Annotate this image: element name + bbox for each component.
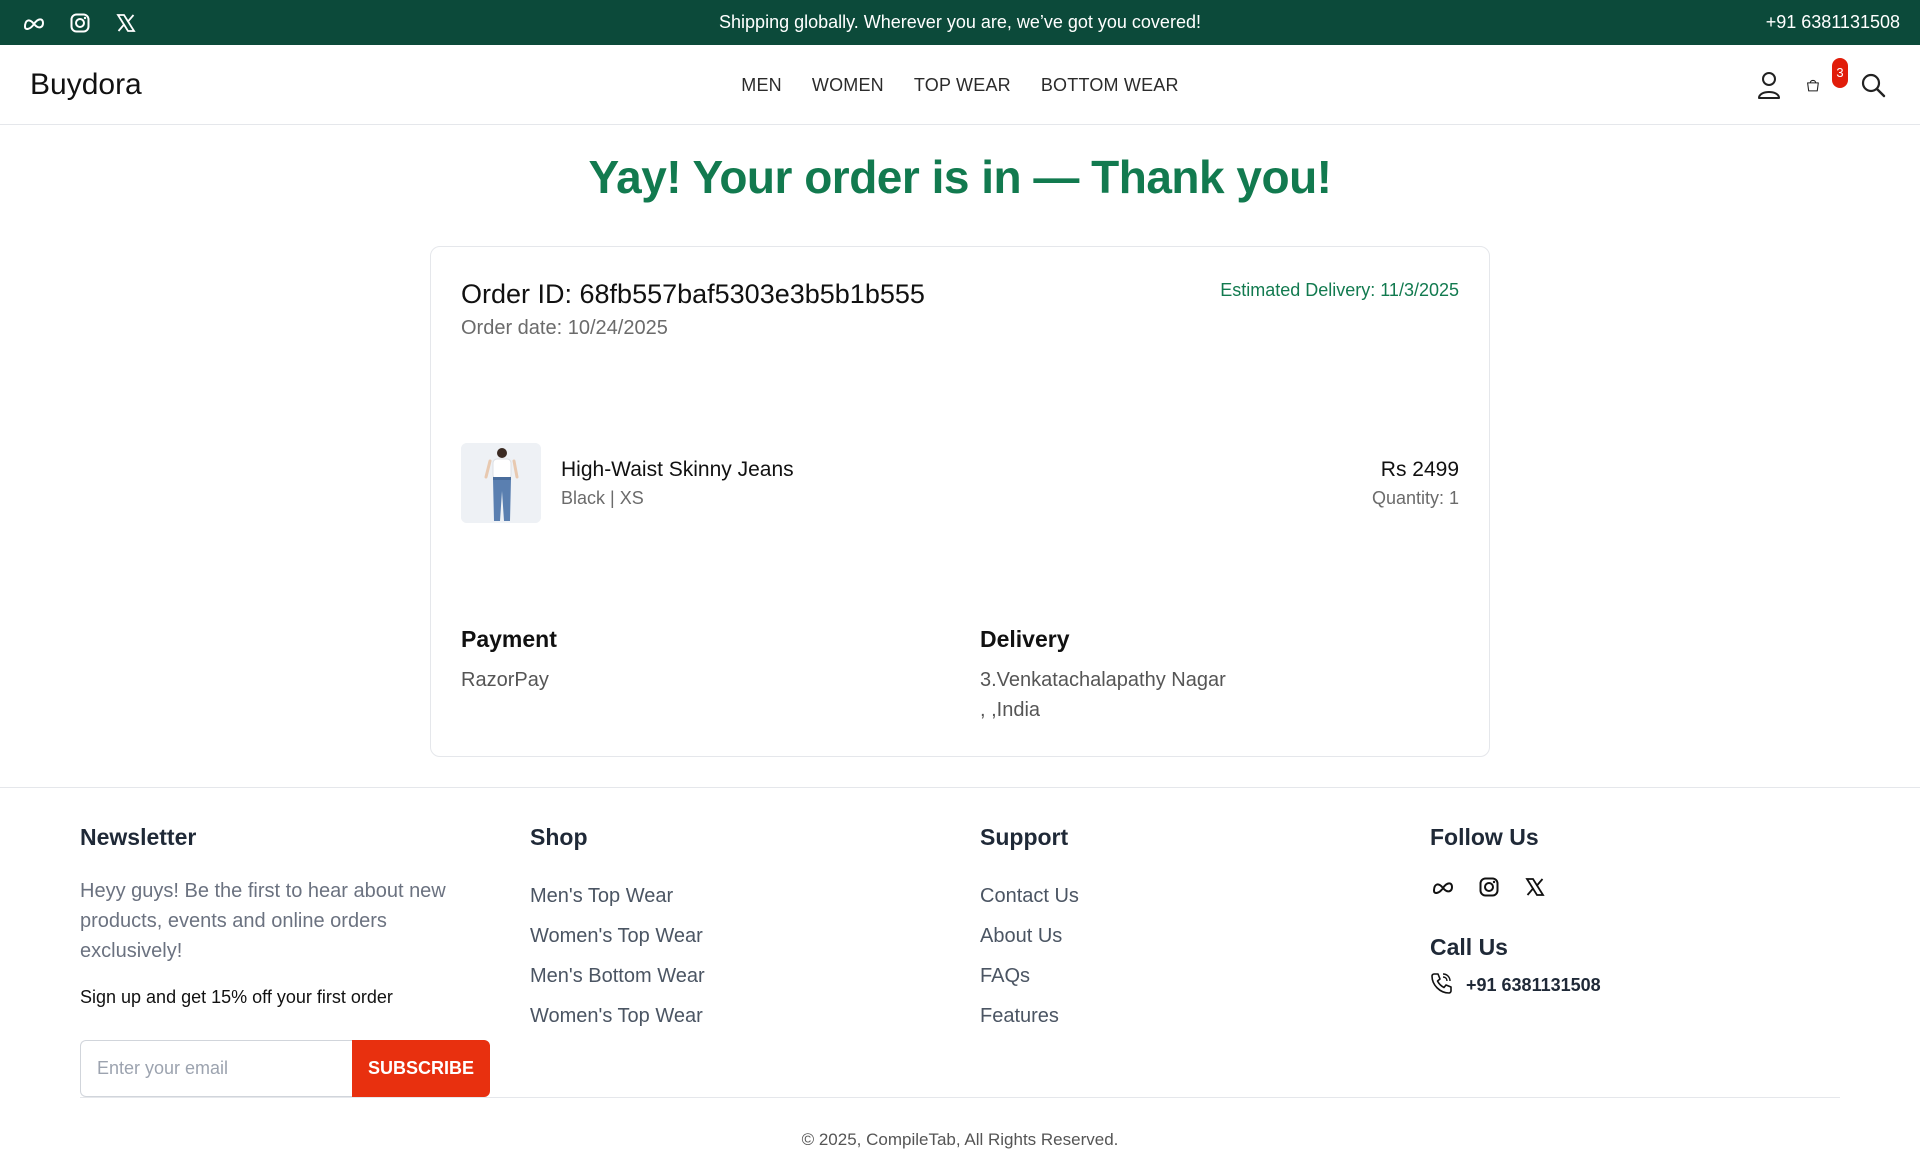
- order-date: Order date: 10/24/2025: [461, 317, 668, 339]
- footer-phone[interactable]: +91 6381131508: [1466, 975, 1601, 996]
- call-us-row: +91 6381131508: [1430, 972, 1601, 999]
- footer-divider: [80, 1097, 1840, 1098]
- call-us-title: Call Us: [1430, 934, 1508, 960]
- nav-top-wear[interactable]: TOP WEAR: [914, 75, 1011, 96]
- payment-method: RazorPay: [461, 669, 549, 691]
- nav-bottom-wear[interactable]: BOTTOM WEAR: [1041, 75, 1179, 96]
- order-summary-card: Order ID: 68fb557baf5303e3b5b1b555 Order…: [430, 246, 1490, 757]
- search-icon[interactable]: [1858, 70, 1888, 100]
- support-links: Contact Us About Us FAQs Features: [980, 876, 1079, 1036]
- estimated-delivery: Estimated Delivery: 11/3/2025: [1220, 280, 1459, 300]
- support-link-features[interactable]: Features: [980, 996, 1079, 1036]
- site-header: Buydora MEN WOMEN TOP WEAR BOTTOM WEAR 3: [0, 45, 1920, 125]
- shipping-message: Shipping globally. Wherever you are, we’…: [719, 12, 1201, 32]
- site-footer: Newsletter Heyy guys! Be the first to he…: [0, 787, 1920, 1172]
- delivery-address-line2: , ,India: [980, 699, 1041, 721]
- support-link-about[interactable]: About Us: [980, 916, 1079, 956]
- shop-link-mens-top-wear[interactable]: Men's Top Wear: [530, 876, 705, 916]
- topbar-phone[interactable]: +91 6381131508: [1766, 0, 1900, 45]
- newsletter-title: Newsletter: [80, 824, 197, 850]
- shop-link-mens-bottom-wear[interactable]: Men's Bottom Wear: [530, 956, 705, 996]
- cart-count-badge: 3: [1831, 58, 1848, 88]
- nav-men[interactable]: MEN: [741, 75, 782, 96]
- payment-title: Payment: [461, 626, 557, 652]
- shop-link-womens-top-wear[interactable]: Women's Top Wear: [530, 916, 705, 956]
- shop-links: Men's Top Wear Women's Top Wear Men's Bo…: [530, 876, 705, 1036]
- product-variant: Black | XS: [561, 488, 644, 508]
- shop-link-womens-top-wear-2[interactable]: Women's Top Wear: [530, 996, 705, 1036]
- x-icon[interactable]: [1522, 874, 1548, 900]
- email-input[interactable]: [80, 1040, 352, 1097]
- phone-icon: [1430, 972, 1452, 999]
- instagram-icon[interactable]: [1476, 874, 1502, 900]
- product-price: Rs 2499: [1380, 458, 1459, 481]
- nav-women[interactable]: WOMEN: [812, 75, 884, 96]
- cart-button[interactable]: 3: [1806, 58, 1848, 100]
- support-title: Support: [980, 824, 1069, 850]
- delivery-title: Delivery: [980, 626, 1070, 652]
- product-name[interactable]: High-Waist Skinny Jeans: [561, 458, 794, 482]
- delivery-address-line1: 3.Venkatachalapathy Nagar: [980, 669, 1226, 691]
- announcement-bar: Shipping globally. Wherever you are, we’…: [0, 0, 1920, 45]
- order-id: Order ID: 68fb557baf5303e3b5b1b555: [461, 279, 925, 309]
- order-confirmation-heading: Yay! Your order is in — Thank you!: [588, 151, 1332, 203]
- product-thumbnail: [461, 443, 541, 523]
- subscribe-button[interactable]: SUBSCRIBE: [352, 1040, 490, 1097]
- header-actions: 3: [1754, 45, 1888, 125]
- newsletter-offer: Sign up and get 15% off your first order: [80, 987, 393, 1007]
- newsletter-text: Heyy guys! Be the first to hear about ne…: [80, 880, 446, 962]
- user-icon[interactable]: [1754, 70, 1784, 100]
- support-link-faqs[interactable]: FAQs: [980, 956, 1079, 996]
- follow-title: Follow Us: [1430, 824, 1539, 850]
- cart-icon: [1807, 79, 1819, 92]
- footer-social-links: [1430, 874, 1548, 900]
- shop-title: Shop: [530, 824, 588, 850]
- support-link-contact[interactable]: Contact Us: [980, 876, 1079, 916]
- main-nav: MEN WOMEN TOP WEAR BOTTOM WEAR: [0, 45, 1920, 125]
- site-logo[interactable]: Buydora: [30, 45, 142, 125]
- meta-icon[interactable]: [1430, 874, 1456, 900]
- copyright-text: © 2025, CompileTab, All Rights Reserved.: [801, 1130, 1119, 1149]
- product-quantity: Quantity: 1: [1371, 488, 1459, 508]
